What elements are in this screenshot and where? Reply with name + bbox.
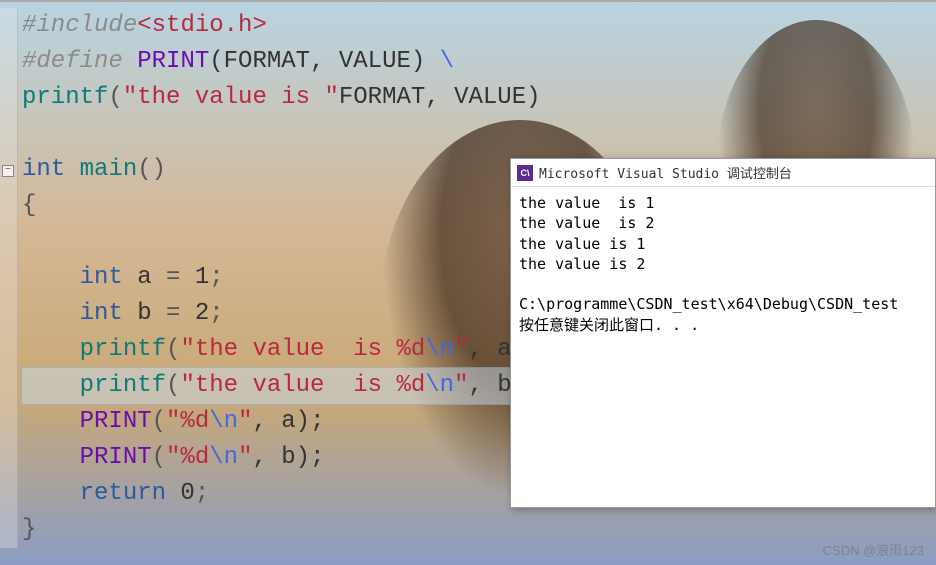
code-line: #define PRINT(FORMAT, VALUE) \: [22, 44, 936, 80]
console-title: Microsoft Visual Studio 调试控制台: [539, 163, 792, 182]
editor-gutter: −: [0, 8, 18, 548]
vs-icon: C\: [517, 165, 533, 181]
code-line: [22, 116, 936, 152]
code-line: #include<stdio.h>: [22, 8, 936, 44]
watermark: CSDN @浪雨123: [823, 540, 924, 559]
code-line: printf("the value is "FORMAT, VALUE): [22, 80, 936, 116]
fold-marker-icon[interactable]: −: [2, 165, 14, 177]
debug-console-window[interactable]: C\ Microsoft Visual Studio 调试控制台 the val…: [510, 158, 936, 508]
code-line: }: [22, 512, 936, 548]
console-titlebar[interactable]: C\ Microsoft Visual Studio 调试控制台: [511, 159, 935, 187]
console-output: the value is 1 the value is 2 the value …: [511, 187, 935, 341]
